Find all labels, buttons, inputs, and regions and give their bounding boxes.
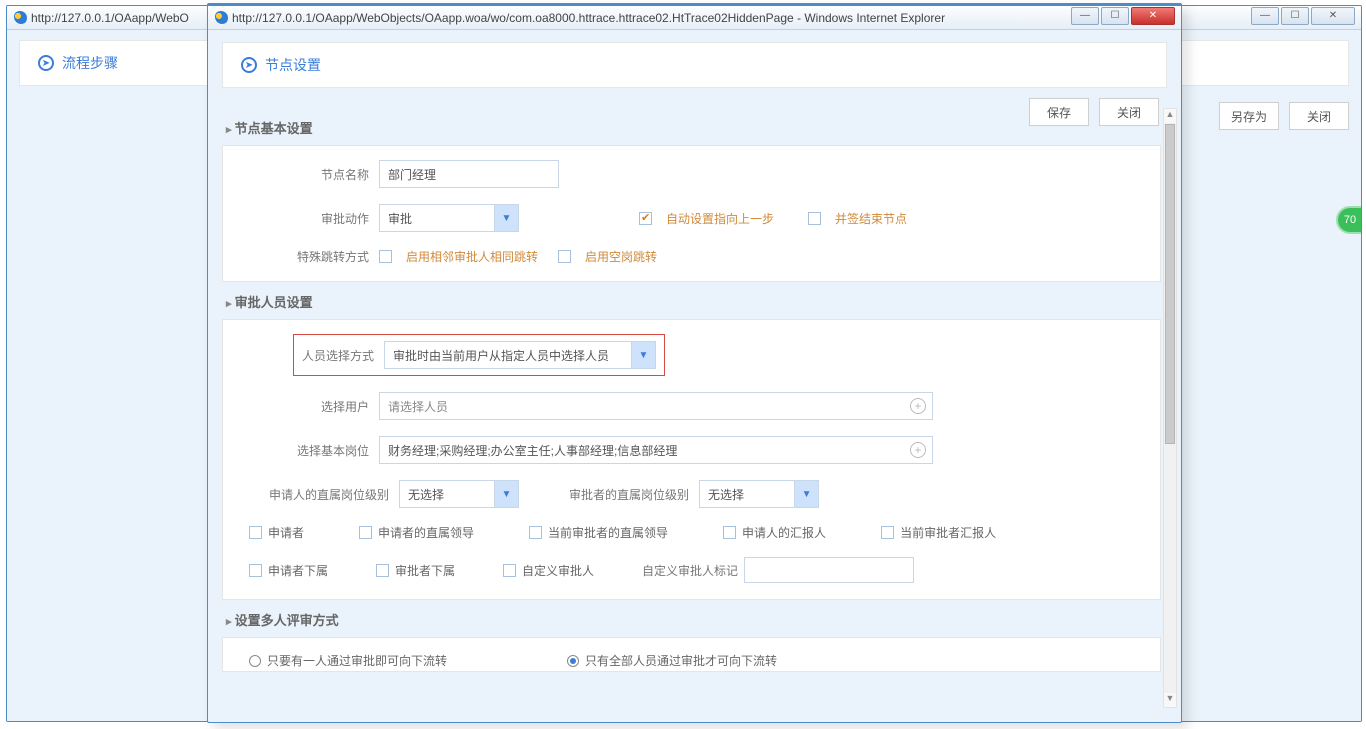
section-multi-panel: 只要有一人通过审批即可向下流转 只有全部人员通过审批才可向下流转	[222, 637, 1161, 672]
end-node-label: 并签结束节点	[835, 210, 907, 227]
close-button[interactable]: 关闭	[1289, 102, 1349, 130]
select-mode-select[interactable]: 审批时由当前用户从指定人员中选择人员 ▼	[384, 341, 656, 369]
cb-approver-sub[interactable]	[376, 564, 389, 577]
back-close-button[interactable]: ✕	[1311, 7, 1355, 25]
front-card-header: ➤ 节点设置	[222, 42, 1167, 88]
req-post-select[interactable]: 无选择 ▼	[399, 480, 519, 508]
front-window-url: http://127.0.0.1/OAapp/WebObjects/OAapp.…	[232, 7, 945, 29]
back-window-controls: — ☐ ✕	[1249, 7, 1355, 25]
approver-checkbox-row-2: 申请者下属 审批者下属 自定义审批人 自定义审批人标记	[249, 557, 914, 583]
back-maximize-button[interactable]: ☐	[1281, 7, 1309, 25]
front-window-titlebar: http://127.0.0.1/OAapp/WebObjects/OAapp.…	[208, 6, 1181, 30]
cb-current-reporter-label: 当前审批者汇报人	[900, 524, 996, 541]
cb-applicant-reporter[interactable]	[723, 526, 736, 539]
front-minimize-button[interactable]: —	[1071, 7, 1099, 25]
cb-approver-sub-label: 审批者下属	[395, 562, 455, 579]
multi-radio-row: 只要有一人通过审批即可向下流转 只有全部人员通过审批才可向下流转	[249, 652, 777, 669]
custom-tag-input[interactable]	[744, 557, 914, 583]
apr-post-label: 审批者的直属岗位级别	[569, 486, 699, 503]
radio-one-pass-label: 只要有一人通过审批即可向下流转	[267, 652, 447, 669]
plus-icon[interactable]: +	[910, 398, 926, 414]
chevron-down-icon: ▼	[794, 481, 818, 507]
scroll-thumb[interactable]	[1165, 124, 1175, 444]
node-name-label: 节点名称	[239, 166, 379, 183]
scroll-area: 节点基本设置 节点名称 审批动作 审批 ▼ 自动设置指向上一步	[222, 108, 1161, 708]
cb-custom-label: 自定义审批人	[522, 562, 594, 579]
select-mode-label: 人员选择方式	[302, 347, 384, 364]
auto-prev-label: 自动设置指向上一步	[666, 210, 774, 227]
save-as-button[interactable]: 另存为	[1219, 102, 1279, 130]
cb-applicant-sub[interactable]	[249, 564, 262, 577]
end-node-checkbox[interactable]	[808, 212, 821, 225]
cb-current-reporter[interactable]	[881, 526, 894, 539]
select-post-label: 选择基本岗位	[239, 442, 379, 459]
req-post-label: 申请人的直属岗位级别	[239, 486, 399, 503]
action-label: 审批动作	[239, 210, 379, 227]
scroll-down-icon[interactable]: ▼	[1164, 693, 1176, 707]
approver-checkbox-row-1: 申请者 申请者的直属领导 当前审批者的直属领导 申请人的汇报人 当前审批者汇报人	[249, 524, 996, 541]
section-approver-head[interactable]: 审批人员设置	[222, 282, 1161, 319]
custom-tag-label: 自定义审批人标记	[642, 562, 738, 579]
chevron-down-icon: ▼	[494, 481, 518, 507]
front-card-title: ➤ 节点设置	[241, 55, 1148, 75]
select-post-picker[interactable]: 财务经理;采购经理;办公室主任;人事部经理;信息部经理 +	[379, 436, 933, 464]
auto-prev-checkbox[interactable]	[639, 212, 652, 225]
cb-applicant-sub-label: 申请者下属	[268, 562, 328, 579]
select-mode-value: 审批时由当前用户从指定人员中选择人员	[385, 347, 631, 364]
chevron-down-icon: ▼	[631, 342, 655, 368]
vertical-scrollbar[interactable]: ▲ ▼	[1163, 108, 1177, 708]
front-title-text: 节点设置	[265, 55, 321, 75]
action-value: 审批	[380, 210, 494, 227]
select-post-value: 财务经理;采购经理;办公室主任;人事部经理;信息部经理	[388, 442, 677, 459]
section-basic-panel: 节点名称 审批动作 审批 ▼ 自动设置指向上一步	[222, 145, 1161, 282]
cb-applicant-leader[interactable]	[359, 526, 372, 539]
front-body: ➤ 节点设置 保存 关闭 节点基本设置 节点名称 审批动作 审批	[208, 30, 1181, 722]
section-approver-panel: 人员选择方式 审批时由当前用户从指定人员中选择人员 ▼ 选择用户 请选择人员 +	[222, 319, 1161, 600]
cb-current-leader[interactable]	[529, 526, 542, 539]
front-close-button[interactable]: ✕	[1131, 7, 1175, 25]
back-title-text: 流程步骤	[62, 53, 118, 73]
radio-all-pass[interactable]	[567, 655, 579, 667]
apr-post-select[interactable]: 无选择 ▼	[699, 480, 819, 508]
select-user-placeholder: 请选择人员	[388, 398, 448, 415]
jump-empty-checkbox[interactable]	[558, 250, 571, 263]
front-window-controls: — ☐ ✕	[1069, 7, 1175, 25]
arrow-right-icon: ➤	[241, 57, 257, 73]
req-post-value: 无选择	[400, 486, 494, 503]
front-maximize-button[interactable]: ☐	[1101, 7, 1129, 25]
section-basic-head[interactable]: 节点基本设置	[222, 108, 1161, 145]
jump-mode-label: 特殊跳转方式	[239, 248, 379, 265]
jump-same-checkbox[interactable]	[379, 250, 392, 263]
ie-icon	[13, 11, 27, 25]
action-select[interactable]: 审批 ▼	[379, 204, 519, 232]
plus-icon[interactable]: +	[910, 442, 926, 458]
select-user-picker[interactable]: 请选择人员 +	[379, 392, 933, 420]
cb-current-leader-label: 当前审批者的直属领导	[548, 524, 668, 541]
radio-all-pass-label: 只有全部人员通过审批才可向下流转	[585, 652, 777, 669]
arrow-right-icon: ➤	[38, 55, 54, 71]
cb-applicant-leader-label: 申请者的直属领导	[378, 524, 474, 541]
back-minimize-button[interactable]: —	[1251, 7, 1279, 25]
ie-icon	[214, 11, 228, 25]
jump-empty-label: 启用空岗跳转	[585, 248, 657, 265]
cb-applicant-reporter-label: 申请人的汇报人	[742, 524, 826, 541]
cb-custom[interactable]	[503, 564, 516, 577]
front-window: http://127.0.0.1/OAapp/WebObjects/OAapp.…	[207, 3, 1182, 723]
cb-applicant-label: 申请者	[268, 524, 304, 541]
node-name-input[interactable]	[379, 160, 559, 188]
back-window-url: http://127.0.0.1/OAapp/WebO	[31, 7, 189, 29]
cb-applicant[interactable]	[249, 526, 262, 539]
jump-same-label: 启用相邻审批人相同跳转	[406, 248, 538, 265]
badge-70[interactable]: 70	[1336, 206, 1362, 234]
scroll-up-icon[interactable]: ▲	[1164, 109, 1176, 123]
select-user-label: 选择用户	[239, 398, 379, 415]
apr-post-value: 无选择	[700, 486, 794, 503]
chevron-down-icon: ▼	[494, 205, 518, 231]
select-mode-highlight: 人员选择方式 审批时由当前用户从指定人员中选择人员 ▼	[293, 334, 665, 376]
radio-one-pass[interactable]	[249, 655, 261, 667]
section-multi-head[interactable]: 设置多人评审方式	[222, 600, 1161, 637]
